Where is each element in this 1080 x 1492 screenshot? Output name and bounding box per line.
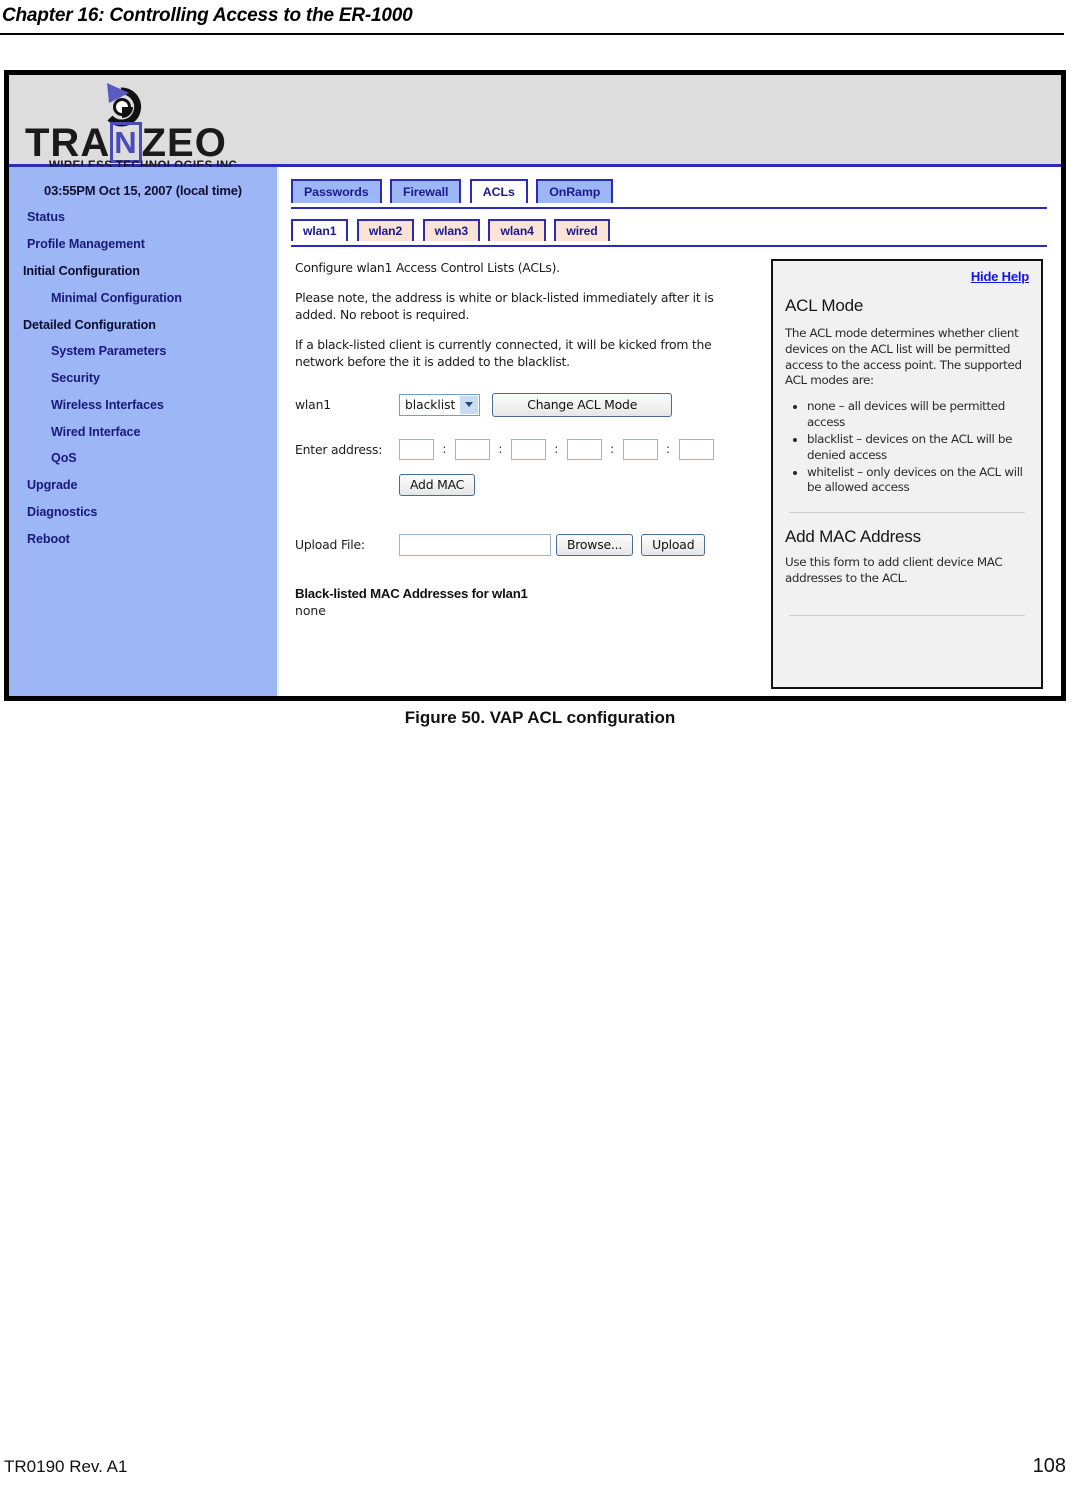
sidebar-item-detailed-configuration: Detailed Configuration <box>23 317 156 332</box>
brand-word-part2: ZEO <box>141 121 227 165</box>
help-section-body-acl-mode: The ACL mode determines whether client d… <box>785 326 1022 388</box>
footer-page-number: 108 <box>1032 1455 1066 1477</box>
sidebar-item-diagnostics[interactable]: Diagnostics <box>9 499 277 526</box>
tab-onramp[interactable]: OnRamp <box>536 179 614 203</box>
tab-wlan2[interactable]: wlan2 <box>356 219 415 241</box>
browse-button[interactable]: Browse... <box>556 533 634 556</box>
mac-separator-3: : <box>554 442 559 457</box>
upload-file-input[interactable] <box>399 533 551 556</box>
sidebar-item-wireless-interfaces[interactable]: Wireless Interfaces <box>9 391 277 418</box>
chevron-down-icon[interactable] <box>460 395 479 414</box>
tab-acls[interactable]: ACLs <box>469 179 528 203</box>
document-page: Chapter 16: Controlling Access to the ER… <box>0 0 1080 1492</box>
secondary-tab-underline <box>291 245 1047 247</box>
app-body: 03:55PM Oct 15, 2007 (local time) Status… <box>9 167 1061 696</box>
header-rule <box>0 33 1064 35</box>
sidebar-item-profile-management[interactable]: Profile Management <box>9 231 277 258</box>
content-area: Passwords Firewall ACLs OnRamp wlan1 wla… <box>279 167 1061 696</box>
tab-wlan4[interactable]: wlan4 <box>488 219 546 241</box>
blacklisted-list-value: none <box>295 602 326 618</box>
help-divider-1 <box>789 512 1025 514</box>
sidebar-item-status[interactable]: Status <box>9 204 277 231</box>
help-bullet-whitelist: whitelist – only devices on the ACL will… <box>807 465 1029 497</box>
tab-wlan3[interactable]: wlan3 <box>422 219 481 241</box>
help-bullet-blacklist: blacklist – devices on the ACL will be d… <box>807 432 1029 464</box>
sidebar-item-qos[interactable]: QoS <box>9 445 277 472</box>
running-header: Chapter 16: Controlling Access to the ER… <box>0 0 1080 35</box>
help-pane: Hide Help ACL Mode The ACL mode determin… <box>771 259 1043 689</box>
brand-word-part1: TRA <box>25 121 111 165</box>
sidebar-item-minimal-configuration[interactable]: Minimal Configuration <box>9 284 277 311</box>
tab-firewall[interactable]: Firewall <box>389 179 462 203</box>
add-mac-button[interactable]: Add MAC <box>399 473 476 496</box>
page-footer: TR0190 Rev. A1 108 <box>0 1455 1080 1478</box>
sidebar-item-wired-interface[interactable]: Wired Interface <box>9 418 277 445</box>
sidebar-item-initial-configuration: Initial Configuration <box>23 263 140 278</box>
enter-address-label: Enter address: <box>295 441 383 457</box>
add-mac-row: Add MAC <box>295 473 757 496</box>
tranzeo-logo: TRA N ZEO WIRELESS TECHNOLOGIES INC. <box>19 79 259 172</box>
blacklisted-list-heading: Black-listed MAC Addresses for wlan1 <box>295 585 528 601</box>
footer-document-id: TR0190 Rev. A1 <box>4 1457 128 1476</box>
primary-tab-bar: Passwords Firewall ACLs OnRamp <box>291 179 1061 209</box>
mac-octet-group: : : : : : <box>399 438 714 460</box>
help-section-title-add-mac: Add MAC Address <box>785 527 921 547</box>
mac-separator-4: : <box>610 442 615 457</box>
figure-caption: Figure 50. VAP ACL configuration <box>404 708 676 727</box>
acl-mode-label: wlan1 <box>295 397 331 413</box>
help-box: Hide Help ACL Mode The ACL mode determin… <box>771 259 1043 689</box>
sidebar-item-reboot[interactable]: Reboot <box>9 525 277 552</box>
mac-separator-1: : <box>442 442 447 457</box>
brand-bar: TRA N ZEO WIRELESS TECHNOLOGIES INC. <box>9 75 1061 172</box>
mac-separator-5: : <box>666 442 671 457</box>
sidebar-item-upgrade[interactable]: Upgrade <box>9 472 277 499</box>
tab-wlan1[interactable]: wlan1 <box>291 219 349 241</box>
sidebar-item-security[interactable]: Security <box>9 365 277 392</box>
acl-mode-row: wlan1 blacklist Change ACL Mode <box>295 392 757 417</box>
upload-button[interactable]: Upload <box>641 533 706 556</box>
help-bullet-none: none – all devices will be permitted acc… <box>807 399 1029 431</box>
help-section-title-acl-mode: ACL Mode <box>785 296 864 315</box>
help-acl-mode-bullets: none – all devices will be permitted acc… <box>785 399 1029 496</box>
acl-mode-select[interactable]: blacklist <box>399 393 481 416</box>
sidebar-item-system-parameters[interactable]: System Parameters <box>9 338 277 365</box>
mac-octet-3[interactable] <box>510 438 546 460</box>
acl-mode-selected-value: blacklist <box>405 397 456 412</box>
tab-passwords[interactable]: Passwords <box>291 179 382 203</box>
upload-file-label: Upload File: <box>295 537 365 553</box>
screenshot-frame: TRA N ZEO WIRELESS TECHNOLOGIES INC. 03:55… <box>4 70 1066 701</box>
note-text-2: If a black-listed client is currently co… <box>295 337 712 370</box>
mac-octet-6[interactable] <box>678 438 714 460</box>
chapter-title: Chapter 16: Controlling Access to the ER… <box>2 5 413 26</box>
sidebar-clock: 03:55PM Oct 15, 2007 (local time) <box>44 183 242 198</box>
main-pane: Configure wlan1 Access Control Lists (AC… <box>291 259 757 689</box>
mac-separator-2: : <box>498 442 503 457</box>
mac-octet-4[interactable] <box>566 438 602 460</box>
change-acl-mode-button[interactable]: Change ACL Mode <box>492 392 673 417</box>
help-divider-2 <box>789 614 1025 616</box>
help-section-body-add-mac: Use this form to add client device MAC a… <box>785 555 1003 586</box>
mac-octet-1[interactable] <box>399 438 434 460</box>
tab-wired[interactable]: wired <box>554 219 610 241</box>
enter-address-row: Enter address: : : : :: <box>295 438 757 460</box>
note-text-1: Please note, the address is white or bla… <box>295 290 714 323</box>
sidebar: 03:55PM Oct 15, 2007 (local time) Status… <box>9 167 279 696</box>
mac-octet-2[interactable] <box>454 438 490 460</box>
intro-text: Configure wlan1 Access Control Lists (AC… <box>295 260 560 275</box>
secondary-tab-bar: wlan1 wlan2 wlan3 wlan4 wired <box>291 219 1061 247</box>
hide-help-link[interactable]: Hide Help <box>785 269 1029 284</box>
primary-tab-underline <box>291 207 1047 209</box>
mac-octet-5[interactable] <box>622 438 658 460</box>
panes: Configure wlan1 Access Control Lists (AC… <box>291 259 1061 689</box>
brand-word-n: N <box>110 122 142 163</box>
brand-wordmark: TRA N ZEO <box>25 121 227 165</box>
upload-file-row: Upload File: Browse... Upload <box>295 533 757 556</box>
